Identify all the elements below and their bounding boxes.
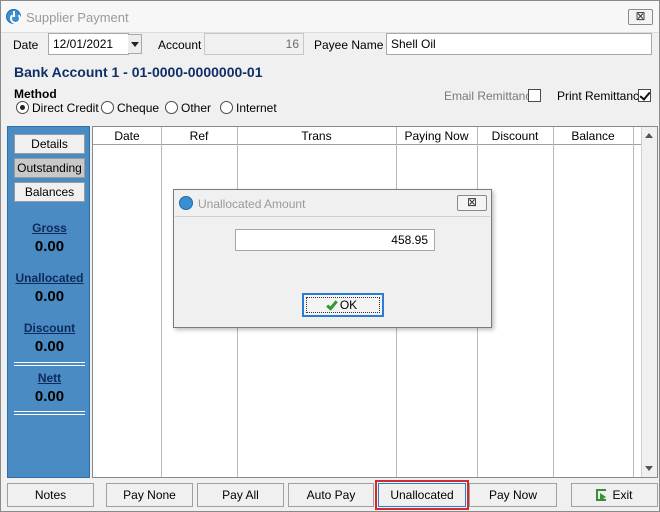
scroll-down-icon[interactable]: [645, 466, 653, 471]
date-dropdown-button[interactable]: [128, 34, 142, 54]
pay-none-button[interactable]: Pay None: [106, 483, 193, 507]
ok-button-label: OK: [339, 298, 358, 312]
supplier-payment-window: Supplier Payment ⊠ Date 12/01/2021 Accou…: [0, 0, 660, 512]
exit-icon: [596, 489, 607, 501]
radio-other-label[interactable]: Other: [181, 101, 211, 115]
email-remittance-checkbox[interactable]: [528, 89, 541, 102]
unallocated-amount-field[interactable]: 458.95: [235, 229, 435, 251]
dialog-body: 458.95 OK: [175, 216, 490, 326]
grid-header: Date Ref Trans Paying Now Discount Balan…: [93, 127, 641, 145]
sidebar-balances-button[interactable]: Balances: [14, 182, 85, 202]
col-header-trans[interactable]: Trans: [237, 129, 396, 143]
unallocated-amount-dialog: Unallocated Amount ⊠ 458.95 OK: [173, 189, 492, 328]
radio-internet[interactable]: [220, 101, 233, 114]
radio-internet-label[interactable]: Internet: [236, 101, 277, 115]
grid-column-line: [633, 127, 634, 477]
col-header-ref[interactable]: Ref: [161, 129, 237, 143]
dialog-title: Unallocated Amount: [198, 197, 306, 211]
ok-button[interactable]: OK: [302, 293, 384, 317]
dialog-power-icon: [179, 196, 193, 210]
sidebar-outstanding-button[interactable]: Outstanding: [14, 158, 85, 178]
exit-button-label: Exit: [612, 488, 633, 502]
grid-column-line: [553, 127, 554, 477]
radio-direct-credit[interactable]: [16, 101, 29, 114]
payee-name-field[interactable]: Shell Oil: [386, 33, 652, 55]
sidebar-divider: [14, 411, 85, 415]
col-header-date[interactable]: Date: [93, 129, 161, 143]
exit-button[interactable]: Exit: [571, 483, 658, 507]
col-header-balance[interactable]: Balance: [553, 129, 633, 143]
gross-label: Gross: [32, 221, 67, 235]
sidebar-divider: [14, 362, 85, 366]
radio-other[interactable]: [165, 101, 178, 114]
unallocated-label: Unallocated: [15, 271, 84, 285]
email-remittance-label: Email Remittance: [444, 89, 539, 103]
window-title: Supplier Payment: [26, 10, 129, 25]
gross-value: 0.00: [34, 238, 65, 255]
auto-pay-button[interactable]: Auto Pay: [288, 483, 374, 507]
grid-column-line: [161, 127, 162, 477]
sidebar-details-button[interactable]: Details: [14, 134, 85, 154]
scroll-up-icon[interactable]: [645, 133, 653, 138]
nett-label: Nett: [37, 371, 62, 385]
account-field: 16: [204, 33, 304, 55]
account-label: Account: [158, 38, 202, 52]
pay-now-button[interactable]: Pay Now: [469, 483, 557, 507]
bank-account-title: Bank Account 1 - 01-0000-0000000-01: [14, 64, 263, 80]
discount-label: Discount: [23, 321, 76, 335]
col-header-discount[interactable]: Discount: [477, 129, 553, 143]
radio-cheque[interactable]: [101, 101, 114, 114]
grid-vertical-scrollbar[interactable]: [641, 127, 657, 477]
print-remittance-checkbox[interactable]: [638, 89, 651, 102]
date-label: Date: [13, 38, 39, 52]
col-header-paying-now[interactable]: Paying Now: [396, 129, 477, 143]
nett-value: 0.00: [34, 388, 65, 405]
method-label: Method: [14, 87, 57, 101]
pay-all-button[interactable]: Pay All: [197, 483, 284, 507]
sidebar-panel: Details Outstanding Balances Gross 0.00 …: [7, 126, 90, 478]
print-remittance-label: Print Remittance: [557, 89, 646, 103]
app-power-icon: [6, 9, 21, 24]
notes-button[interactable]: Notes: [7, 483, 94, 507]
radio-direct-credit-label[interactable]: Direct Credit: [32, 101, 99, 115]
date-field[interactable]: 12/01/2021: [48, 33, 129, 55]
window-close-button[interactable]: ⊠: [628, 9, 653, 25]
radio-cheque-label[interactable]: Cheque: [117, 101, 159, 115]
check-icon: [325, 298, 338, 311]
discount-value: 0.00: [34, 338, 65, 355]
unallocated-value: 0.00: [34, 288, 65, 305]
dialog-close-button[interactable]: ⊠: [457, 195, 487, 211]
title-bar: Supplier Payment ⊠: [1, 1, 659, 33]
payee-name-label: Payee Name: [314, 38, 384, 52]
unallocated-button[interactable]: Unallocated: [375, 480, 469, 510]
